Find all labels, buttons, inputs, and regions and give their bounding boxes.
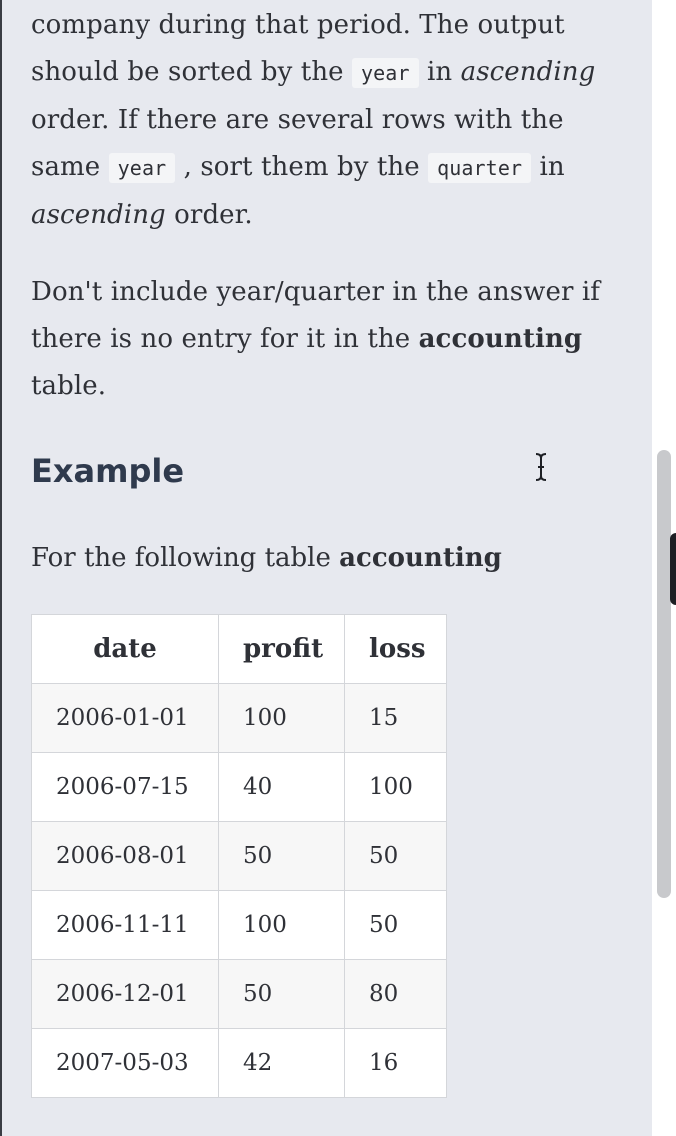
text-cursor-icon bbox=[535, 453, 547, 481]
table-row: 2006-01-01 100 15 bbox=[31, 683, 447, 753]
text-segment: order. bbox=[165, 200, 253, 230]
scrollbar-thumb[interactable] bbox=[657, 450, 671, 898]
description-content: company during that period. The output s… bbox=[31, 0, 631, 410]
cell-date: 2006-07-15 bbox=[31, 752, 219, 822]
cell-profit: 42 bbox=[218, 1028, 345, 1098]
cell-loss: 15 bbox=[344, 683, 447, 753]
em-ascending: ascending bbox=[460, 57, 596, 87]
cell-loss: 100 bbox=[344, 752, 447, 822]
table-row: 2007-05-03 42 16 bbox=[31, 1028, 447, 1098]
description-paragraph-1: company during that period. The output s… bbox=[31, 2, 631, 239]
table-row: 2006-07-15 40 100 bbox=[31, 752, 447, 822]
cell-profit: 50 bbox=[218, 959, 345, 1029]
cell-profit: 40 bbox=[218, 752, 345, 822]
text-segment: , sort them by the bbox=[175, 152, 429, 182]
cell-date: 2006-11-11 bbox=[31, 890, 219, 960]
code-year: year bbox=[352, 58, 419, 88]
column-header-profit: profit bbox=[218, 614, 345, 684]
panel-left-border bbox=[0, 0, 2, 1136]
cell-loss: 50 bbox=[344, 890, 447, 960]
table-header-row: date profit loss bbox=[31, 614, 447, 684]
cell-loss: 50 bbox=[344, 821, 447, 891]
cell-profit: 100 bbox=[218, 890, 345, 960]
description-paragraph-2: Don't include year/quarter in the answer… bbox=[31, 269, 631, 410]
cell-profit: 100 bbox=[218, 683, 345, 753]
bold-accounting: accounting bbox=[418, 324, 583, 354]
cell-date: 2006-08-01 bbox=[31, 821, 219, 891]
side-panel-handle[interactable] bbox=[670, 533, 676, 605]
text-segment: in bbox=[531, 152, 565, 182]
accounting-table: date profit loss 2006-01-01 100 15 2006-… bbox=[31, 614, 447, 1098]
cell-date: 2006-12-01 bbox=[31, 959, 219, 1029]
table-row: 2006-08-01 50 50 bbox=[31, 821, 447, 891]
intro-text: For the following table bbox=[31, 543, 340, 573]
text-segment: in bbox=[418, 57, 461, 87]
code-quarter: quarter bbox=[428, 153, 532, 183]
intro-table-name: accounting bbox=[339, 543, 502, 573]
cell-date: 2006-01-01 bbox=[31, 683, 219, 753]
cell-profit: 50 bbox=[218, 821, 345, 891]
column-header-date: date bbox=[31, 614, 219, 684]
code-year-2: year bbox=[108, 153, 176, 183]
example-intro: For the following table accounting bbox=[31, 535, 502, 582]
table-row: 2006-12-01 50 80 bbox=[31, 959, 447, 1029]
example-heading: Example bbox=[31, 452, 185, 490]
cell-date: 2007-05-03 bbox=[31, 1028, 219, 1098]
em-ascending-2: ascending bbox=[31, 200, 166, 230]
cell-loss: 16 bbox=[344, 1028, 447, 1098]
cell-loss: 80 bbox=[344, 959, 447, 1029]
text-segment: table. bbox=[31, 371, 107, 401]
column-header-loss: loss bbox=[344, 614, 447, 684]
table-row: 2006-11-11 100 50 bbox=[31, 890, 447, 960]
